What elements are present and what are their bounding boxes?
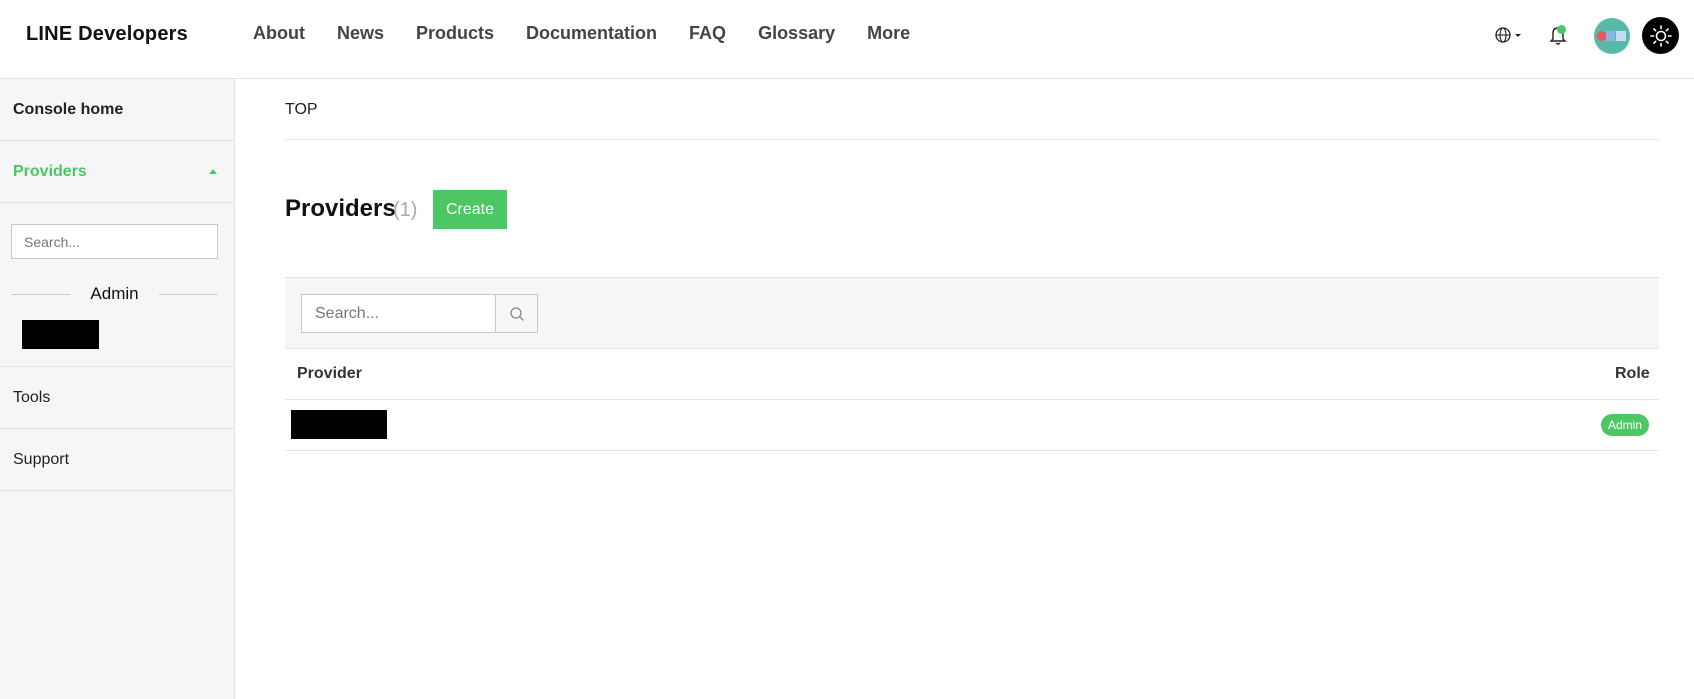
language-selector[interactable]	[1494, 26, 1524, 44]
nav-glossary[interactable]: Glossary	[758, 23, 835, 44]
sun-icon	[1649, 24, 1672, 47]
sidebar-item-console-home[interactable]: Console home	[0, 79, 234, 141]
provider-name-link[interactable]	[291, 410, 387, 439]
nav-faq[interactable]: FAQ	[689, 23, 726, 44]
sidebar-item-support[interactable]: Support	[0, 429, 234, 491]
notification-dot	[1557, 25, 1566, 34]
nav-about[interactable]: About	[253, 23, 305, 44]
page-title: Providers	[285, 195, 396, 222]
table-search-panel	[285, 277, 1659, 349]
breadcrumb[interactable]: TOP	[285, 101, 318, 119]
create-button[interactable]: Create	[433, 190, 507, 229]
avatar-mark-2	[1606, 31, 1615, 41]
sidebar-provider-link[interactable]	[22, 320, 99, 349]
nav-documentation[interactable]: Documentation	[526, 23, 657, 44]
role-badge: Admin	[1601, 414, 1650, 436]
theme-toggle-button[interactable]	[1642, 17, 1679, 54]
provider-count: (1)	[393, 199, 418, 221]
avatar[interactable]	[1594, 18, 1630, 54]
sidebar-item-providers[interactable]: Providers	[0, 141, 234, 203]
main-nav: About News Products Documentation FAQ Gl…	[253, 23, 942, 44]
divider	[285, 399, 1659, 400]
divider	[285, 450, 1659, 451]
divider	[285, 139, 1659, 140]
site-logo[interactable]: LINE Developers	[26, 23, 188, 46]
divider	[159, 294, 218, 295]
sidebar-search-input[interactable]	[11, 224, 218, 259]
globe-icon	[1495, 27, 1521, 43]
sidebar: Console home Providers Admin Tools Suppo…	[0, 79, 235, 699]
column-header-role[interactable]: Role	[1615, 365, 1650, 383]
sidebar-item-tools[interactable]: Tools	[0, 367, 234, 429]
search-icon	[509, 306, 524, 321]
nav-products[interactable]: Products	[416, 23, 494, 44]
nav-more[interactable]: More	[867, 23, 910, 44]
nav-news[interactable]: News	[337, 23, 384, 44]
caret-up-icon	[209, 169, 217, 174]
sidebar-group-heading: Admin	[11, 284, 218, 304]
column-header-provider[interactable]: Provider	[297, 365, 362, 383]
top-header: LINE Developers About News Products Docu…	[0, 0, 1694, 79]
search-input[interactable]	[301, 294, 496, 333]
search-button[interactable]	[495, 294, 538, 333]
sidebar-item-label: Providers	[13, 162, 87, 180]
avatar-mark-3	[1616, 31, 1626, 41]
